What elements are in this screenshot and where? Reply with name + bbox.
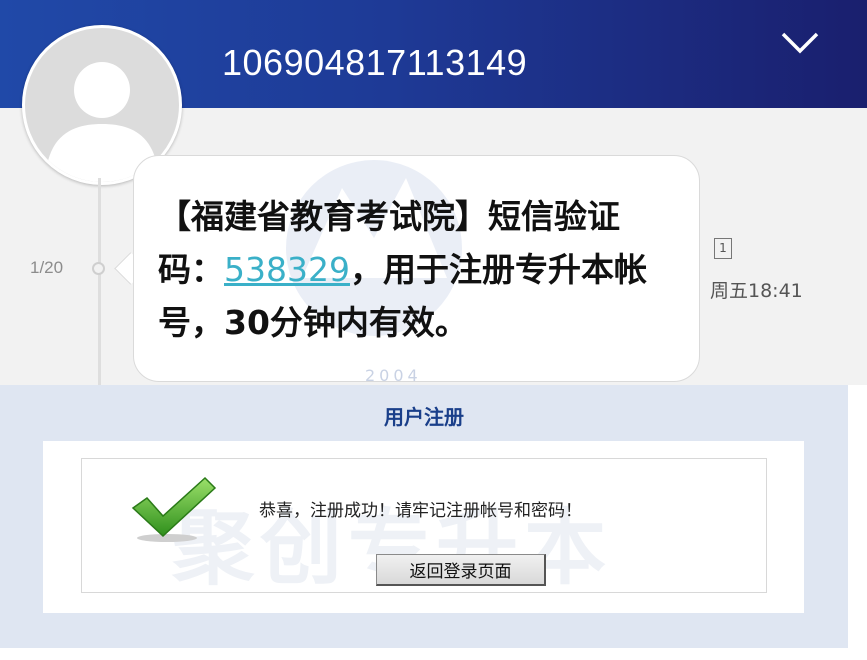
registration-title: 用户注册 (384, 405, 464, 429)
conversation-timeline (98, 178, 101, 385)
sms-conversation: 106904817113149 1/20 2004 【福建省教育考试院】短信验证… (0, 0, 867, 385)
verification-code-link[interactable]: 538329 (224, 250, 350, 289)
sim-slot-icon: 1 (714, 238, 732, 259)
registration-panel: 聚创专升本 恭喜，注册成功！请牢记注册帐号和密码！ 返回登录页面 (43, 441, 804, 613)
message-timestamp: 周五18:41 (710, 280, 803, 302)
timeline-node (92, 262, 105, 275)
success-message: 恭喜，注册成功！请牢记注册帐号和密码！ (259, 501, 582, 521)
message-text: 【福建省教育考试院】短信验证码：538329，用于注册专升本帐号，30分钟内有效… (158, 190, 678, 349)
watermark-year: 2004 (365, 366, 422, 385)
registration-result-box: 聚创专升本 恭喜，注册成功！请牢记注册帐号和密码！ 返回登录页面 (81, 458, 767, 596)
registration-section: 用户注册 聚创专升本 恭喜，注册成功！请牢记注册帐号和密码！ 返回登录页面 (0, 385, 848, 648)
message-counter: 1/20 (30, 258, 64, 277)
sender-number: 106904817113149 (222, 42, 528, 83)
chevron-down-icon[interactable] (780, 30, 820, 56)
green-checkmark-icon (131, 476, 217, 542)
back-to-login-button[interactable]: 返回登录页面 (376, 554, 546, 586)
